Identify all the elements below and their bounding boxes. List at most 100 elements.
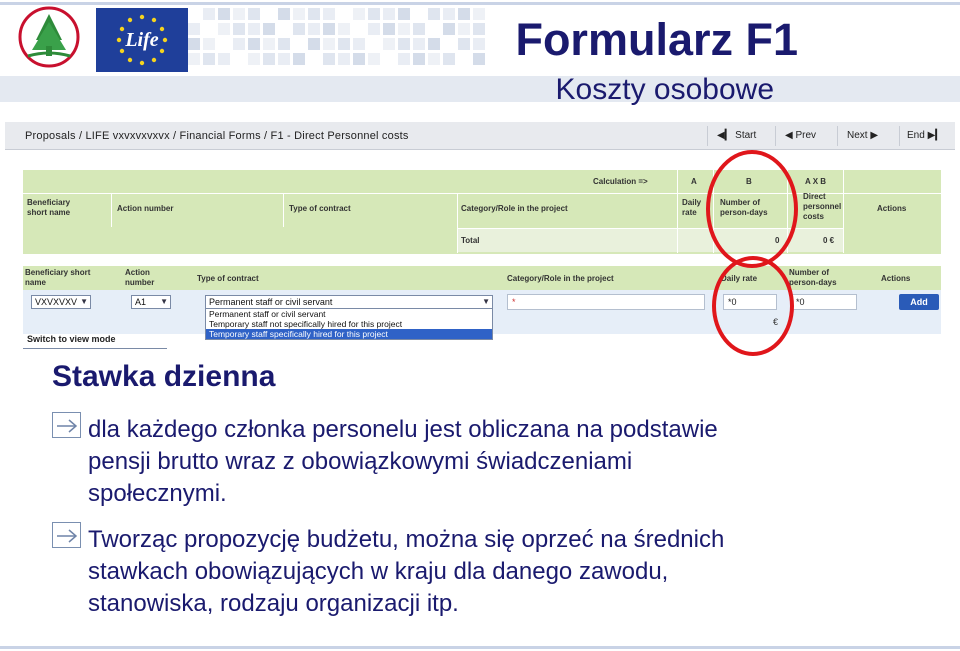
arrow-right-icon xyxy=(57,529,78,543)
contract-type-dropdown[interactable]: Permanent staff or civil servant Tempora… xyxy=(205,308,493,340)
chevron-down-icon: ▼ xyxy=(160,297,168,306)
mosaic-tile xyxy=(368,23,380,35)
mosaic-tile xyxy=(233,23,245,35)
mosaic-tile xyxy=(398,8,410,20)
mosaic-tile xyxy=(323,38,335,50)
header-category: Category/Role in the project xyxy=(461,204,568,213)
person-days-input[interactable]: *0 xyxy=(791,294,857,310)
mosaic-tile xyxy=(248,23,260,35)
mosaic-tile xyxy=(353,8,365,20)
action-number-select[interactable]: A1 ▼ xyxy=(131,295,171,309)
mosaic-tile xyxy=(353,38,365,50)
entry-header-actions: Actions xyxy=(881,274,911,283)
skip-forward-icon: ▶▎ xyxy=(927,130,943,141)
arrow-right-icon: ▶ xyxy=(870,130,879,141)
nav-start-button[interactable]: ◀▎ Start xyxy=(717,130,756,141)
bullet-marker xyxy=(52,412,81,438)
arrow-left-icon: ◀ xyxy=(785,130,793,141)
mosaic-tile xyxy=(263,53,275,65)
mosaic-tile xyxy=(218,23,230,35)
mosaic-tile xyxy=(308,8,320,20)
bullet-text: dla każdego członka personelu jest oblic… xyxy=(88,416,718,507)
mosaic-tile xyxy=(278,38,290,50)
mosaic-tile xyxy=(218,53,230,65)
mosaic-tile xyxy=(413,23,425,35)
mosaic-tile xyxy=(398,53,410,65)
mosaic-tile xyxy=(428,8,440,20)
header-direct-costs: Direct personnel costs xyxy=(803,192,842,221)
mosaic-tile xyxy=(203,8,215,20)
mosaic-tile xyxy=(263,23,275,35)
mosaic-tile xyxy=(428,38,440,50)
mosaic-tile xyxy=(188,23,200,35)
col-a-label: A xyxy=(691,177,697,186)
nav-end-button[interactable]: End ▶▎ xyxy=(907,130,943,141)
slide-header: Life Formularz F1 Koszty osobowe xyxy=(0,0,960,110)
mosaic-tile xyxy=(323,53,335,65)
highlight-ring-person-days xyxy=(706,150,798,268)
arrow-right-icon xyxy=(57,419,78,433)
skip-back-icon: ◀▎ xyxy=(717,130,733,141)
entry-header-beneficiary: Beneficiary short name xyxy=(25,268,91,287)
entry-header-action: Action number xyxy=(125,268,155,287)
total-label: Total xyxy=(461,236,480,245)
mosaic-tile xyxy=(248,53,260,65)
mosaic-tile xyxy=(383,8,395,20)
mosaic-tile xyxy=(413,53,425,65)
calculation-label: Calculation => xyxy=(593,177,648,186)
mosaic-tile xyxy=(428,53,440,65)
contract-option[interactable]: Permanent staff or civil servant xyxy=(206,309,492,319)
entry-header-person-days: Number of person-days xyxy=(789,268,837,287)
nav-next-button[interactable]: Next ▶ xyxy=(847,130,878,141)
highlight-ring-daily-rate xyxy=(712,256,794,356)
add-button[interactable]: Add xyxy=(899,294,939,310)
mosaic-tile xyxy=(383,38,395,50)
bullet-text: Tworząc propozycję budżetu, można się op… xyxy=(88,526,725,617)
header-type-of-contract: Type of contract xyxy=(289,204,351,213)
section-heading: Stawka dzienna xyxy=(52,360,276,393)
mosaic-tile xyxy=(308,23,320,35)
nav-separator xyxy=(775,126,776,146)
mosaic-tile xyxy=(278,8,290,20)
mosaic-tile xyxy=(233,38,245,50)
mosaic-tile xyxy=(368,53,380,65)
life-eu-logo: Life xyxy=(96,8,188,72)
embedded-form-screenshot: Proposals / LIFE vxvxvxvxvx / Financial … xyxy=(5,118,955,358)
mosaic-tile xyxy=(383,23,395,35)
contract-option[interactable]: Temporary staff not specifically hired f… xyxy=(206,319,492,329)
breadcrumb[interactable]: Proposals / LIFE vxvxvxvxvx / Financial … xyxy=(25,130,409,142)
total-costs: 0 € xyxy=(823,236,835,245)
green-tree-logo xyxy=(18,6,80,68)
entry-header-row: Beneficiary short name Action number Type … xyxy=(23,266,941,290)
bottom-border xyxy=(0,646,960,649)
summary-table: Calculation => A B A X B Beneficiary shor… xyxy=(23,170,941,254)
contract-option-highlighted[interactable]: Temporary staff specifically hired for t… xyxy=(206,329,492,339)
mosaic-tile xyxy=(278,53,290,65)
mosaic-tile xyxy=(338,23,350,35)
mosaic-tile xyxy=(203,53,215,65)
header-action-number: Action number xyxy=(117,204,174,213)
mosaic-tile xyxy=(368,8,380,20)
slide-subtitle: Koszty osobowe xyxy=(555,73,774,106)
header-beneficiary: Beneficiary short name xyxy=(27,198,71,217)
mosaic-tile xyxy=(188,53,200,65)
mosaic-tile xyxy=(233,8,245,20)
mosaic-tile xyxy=(338,38,350,50)
mosaic-tile xyxy=(323,23,335,35)
entry-header-category: Category/Role in the project xyxy=(507,274,614,283)
mosaic-tile xyxy=(293,8,305,20)
col-axb-label: A X B xyxy=(805,177,827,186)
contract-type-select[interactable]: Permanent staff or civil servant ▼ xyxy=(205,295,493,309)
mosaic-tile xyxy=(323,8,335,20)
mosaic-tile xyxy=(398,38,410,50)
mosaic-tile xyxy=(308,38,320,50)
nav-separator xyxy=(707,126,708,146)
switch-view-mode-link[interactable]: Switch to view mode xyxy=(27,334,116,344)
bullet-marker xyxy=(52,522,81,548)
nav-prev-button[interactable]: ◀ Prev xyxy=(785,130,816,141)
top-border xyxy=(0,2,960,5)
mosaic-tile xyxy=(248,38,260,50)
category-input[interactable]: * xyxy=(507,294,705,310)
mosaic-tile xyxy=(353,53,365,65)
beneficiary-select[interactable]: VXVXVXV ▼ xyxy=(31,295,91,309)
